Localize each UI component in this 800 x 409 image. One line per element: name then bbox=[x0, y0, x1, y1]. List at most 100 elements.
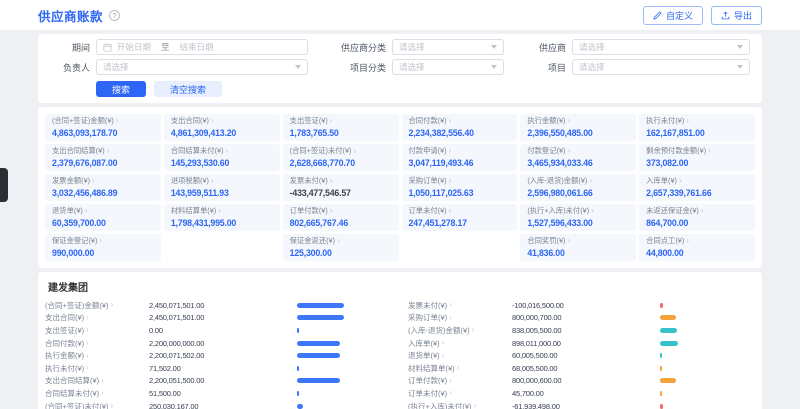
supplier-select[interactable]: 请选择 bbox=[572, 39, 750, 55]
group-metrics-right: 发票未付(¥)› -100,016,500.00 采购订单(¥)› 800,00… bbox=[408, 299, 755, 409]
group-metric-row[interactable]: 执行金额(¥)› 2,200,071,502.00 bbox=[45, 349, 392, 362]
stat-card-label: 退货单(¥)› bbox=[52, 206, 154, 216]
project-select[interactable]: 请选择 bbox=[572, 59, 750, 75]
stat-card[interactable]: (合同+签证)金额(¥)› 4,863,093,178.70 bbox=[45, 114, 161, 141]
stat-card-value: 2,657,339,761.66 bbox=[646, 188, 748, 198]
date-range-input[interactable]: 开始日期 至 结束日期 bbox=[96, 39, 308, 55]
chevron-right-icon: › bbox=[85, 207, 88, 215]
help-icon[interactable]: ? bbox=[109, 10, 120, 21]
stat-card-label: 合同奖罚(¥)› bbox=[527, 236, 629, 246]
chevron-right-icon: › bbox=[449, 314, 452, 322]
group-metric-row[interactable]: (合同+签证)未付(¥)› 250,030,167.00 bbox=[45, 400, 392, 409]
stat-card[interactable]: 采购订单(¥)› 1,050,117,025.63 bbox=[402, 174, 518, 201]
stat-card[interactable]: 剩余预付款金额(¥)› 373,082.00 bbox=[639, 144, 755, 171]
group-metric-row[interactable]: 合同付款(¥)› 2,200,000,000.00 bbox=[45, 337, 392, 350]
stat-card[interactable]: (执行+入库)未付(¥)› 1,527,596,433.00 bbox=[520, 204, 636, 231]
stat-card[interactable]: 合同点工(¥)› 44,800.00 bbox=[639, 234, 755, 261]
stat-card[interactable]: 付款申请(¥)› 3,047,119,493.46 bbox=[402, 144, 518, 171]
metric-value: 51,500.00 bbox=[149, 389, 297, 398]
group-metric-row[interactable]: 支出签证(¥)› 0.00 bbox=[45, 324, 392, 337]
export-button[interactable]: 导出 bbox=[711, 6, 762, 25]
stat-card[interactable]: 执行未付(¥)› 162,167,851.00 bbox=[639, 114, 755, 141]
stat-card[interactable]: 付款登记(¥)› 3,465,934,033.46 bbox=[520, 144, 636, 171]
end-date-placeholder: 结束日期 bbox=[180, 41, 214, 53]
sidebar-handle[interactable] bbox=[0, 168, 8, 202]
stat-card[interactable]: 发票未付(¥)› -433,477,546.57 bbox=[283, 174, 399, 201]
stat-card[interactable]: 执行金额(¥)› 2,396,550,485.00 bbox=[520, 114, 636, 141]
stat-card[interactable]: 保证金返还(¥)› 125,300.00 bbox=[283, 234, 399, 261]
stat-card[interactable]: 进项税额(¥)› 143,959,511.93 bbox=[164, 174, 280, 201]
stat-card[interactable]: (合同+签证)未付(¥)› 2,628,668,770.70 bbox=[283, 144, 399, 171]
stat-card-value: 3,047,119,493.46 bbox=[409, 158, 511, 168]
chevron-right-icon: › bbox=[218, 207, 221, 215]
search-button[interactable]: 搜索 bbox=[96, 81, 146, 97]
metric-bar bbox=[297, 328, 392, 333]
chevron-right-icon: › bbox=[86, 352, 89, 360]
stat-card[interactable]: 材料结算单(¥)› 1,798,431,995.00 bbox=[164, 204, 280, 231]
stat-card[interactable]: 发票金额(¥)› 3,032,456,486.89 bbox=[45, 174, 161, 201]
group-metric-row[interactable]: 退货单(¥)› 60,005,500.00 bbox=[408, 349, 755, 362]
stat-card-value: 1,527,596,433.00 bbox=[527, 218, 629, 228]
customize-button[interactable]: 自定义 bbox=[643, 6, 703, 25]
stat-card-label: 执行金额(¥)› bbox=[527, 116, 629, 126]
metric-bar bbox=[660, 315, 755, 320]
group-metric-row[interactable]: (执行+入库)未付(¥)› -61,939,498.00 bbox=[408, 400, 755, 409]
chevron-down-icon bbox=[491, 45, 497, 49]
group-metric-row[interactable]: 入库单(¥)› 898,011,000.00 bbox=[408, 337, 755, 350]
group-metric-row[interactable]: (合同+签证)金额(¥)› 2,450,071,501.00 bbox=[45, 299, 392, 312]
stat-card[interactable]: 入库单(¥)› 2,657,339,761.66 bbox=[639, 174, 755, 201]
stat-card-label: 订单未付(¥)› bbox=[409, 206, 511, 216]
stat-card-value: 2,628,668,770.70 bbox=[290, 158, 392, 168]
stat-card-label: 保证金返还(¥)› bbox=[290, 236, 392, 246]
clear-search-button[interactable]: 清空搜索 bbox=[154, 81, 222, 97]
group-metric-row[interactable]: 发票未付(¥)› -100,016,500.00 bbox=[408, 299, 755, 312]
group-metric-row[interactable]: 支出合同结算(¥)› 2,200,051,500.00 bbox=[45, 375, 392, 388]
stat-card-label: (合同+签证)未付(¥)› bbox=[290, 146, 392, 156]
metric-label: 执行金额(¥)› bbox=[45, 350, 149, 361]
group-metric-row[interactable]: 材料结算单(¥)› 68,005,500.00 bbox=[408, 362, 755, 375]
project-category-select[interactable]: 请选择 bbox=[392, 59, 504, 75]
stat-card[interactable]: 合同付款(¥)› 2,234,382,556.40 bbox=[402, 114, 518, 141]
stat-card[interactable]: 退货单(¥)› 60,359,700.00 bbox=[45, 204, 161, 231]
metric-bar bbox=[660, 366, 755, 371]
chevron-right-icon: › bbox=[708, 147, 711, 155]
group-metric-row[interactable]: 订单未付(¥)› 45,700.00 bbox=[408, 387, 755, 400]
stat-card[interactable]: (入库-退货)金额(¥)› 2,596,980,061.66 bbox=[520, 174, 636, 201]
stat-card-value: 3,032,456,486.89 bbox=[52, 188, 154, 198]
stat-card[interactable]: 支出合同结算(¥)› 2,379,676,087.00 bbox=[45, 144, 161, 171]
group-metric-row[interactable]: 订单付款(¥)› 800,000,600.00 bbox=[408, 375, 755, 388]
group-metric-row[interactable]: 合同结算未付(¥)› 51,500.00 bbox=[45, 387, 392, 400]
supplier-category-select[interactable]: 请选择 bbox=[392, 39, 504, 55]
stat-card[interactable]: 保证金登记(¥)› 990,000.00 bbox=[45, 234, 161, 261]
stat-card-value: 2,596,980,061.66 bbox=[527, 188, 629, 198]
group-metric-row[interactable]: 支出合同(¥)› 2,450,071,501.00 bbox=[45, 312, 392, 325]
owner-select[interactable]: 请选择 bbox=[96, 59, 308, 75]
stat-card[interactable]: 合同奖罚(¥)› 41,836.00 bbox=[520, 234, 636, 261]
group-metric-row[interactable]: (入库-退货)金额(¥)› 838,005,500.00 bbox=[408, 324, 755, 337]
metric-label: 材料结算单(¥)› bbox=[408, 363, 512, 374]
chevron-right-icon: › bbox=[330, 177, 333, 185]
metric-bar bbox=[297, 341, 392, 346]
chevron-right-icon: › bbox=[211, 117, 214, 125]
chevron-right-icon: › bbox=[442, 339, 445, 347]
stat-card[interactable]: 支出合同(¥)› 4,861,309,413.20 bbox=[164, 114, 280, 141]
stat-card[interactable]: 未返还保证金(¥)› 864,700.00 bbox=[639, 204, 755, 231]
stat-card[interactable]: 支出签证(¥)› 1,783,765.50 bbox=[283, 114, 399, 141]
chevron-right-icon: › bbox=[449, 177, 452, 185]
stat-card[interactable]: 合同结算未付(¥)› 145,293,530.60 bbox=[164, 144, 280, 171]
stat-card[interactable]: 订单付款(¥)› 802,665,767.46 bbox=[283, 204, 399, 231]
group-metric-row[interactable]: 采购订单(¥)› 800,000,700.00 bbox=[408, 312, 755, 325]
chevron-right-icon: › bbox=[474, 402, 477, 409]
stat-card-label: (合同+签证)金额(¥)› bbox=[52, 116, 154, 126]
stat-card[interactable]: 订单未付(¥)› 247,451,278.17 bbox=[402, 204, 518, 231]
metric-value: 60,005,500.00 bbox=[512, 351, 660, 360]
metric-value: 2,450,071,501.00 bbox=[149, 313, 297, 322]
date-separator: 至 bbox=[161, 41, 170, 53]
project-label: 项目 bbox=[522, 61, 566, 74]
chevron-right-icon: › bbox=[686, 117, 689, 125]
stats-grid: (合同+签证)金额(¥)› 4,863,093,178.70 支出合同(¥)› … bbox=[45, 114, 755, 261]
page-title: 供应商账款 bbox=[38, 6, 103, 25]
group-metric-row[interactable]: 执行未付(¥)› 71,502.00 bbox=[45, 362, 392, 375]
metric-value: 45,700.00 bbox=[512, 389, 660, 398]
metric-value: 2,200,071,502.00 bbox=[149, 351, 297, 360]
